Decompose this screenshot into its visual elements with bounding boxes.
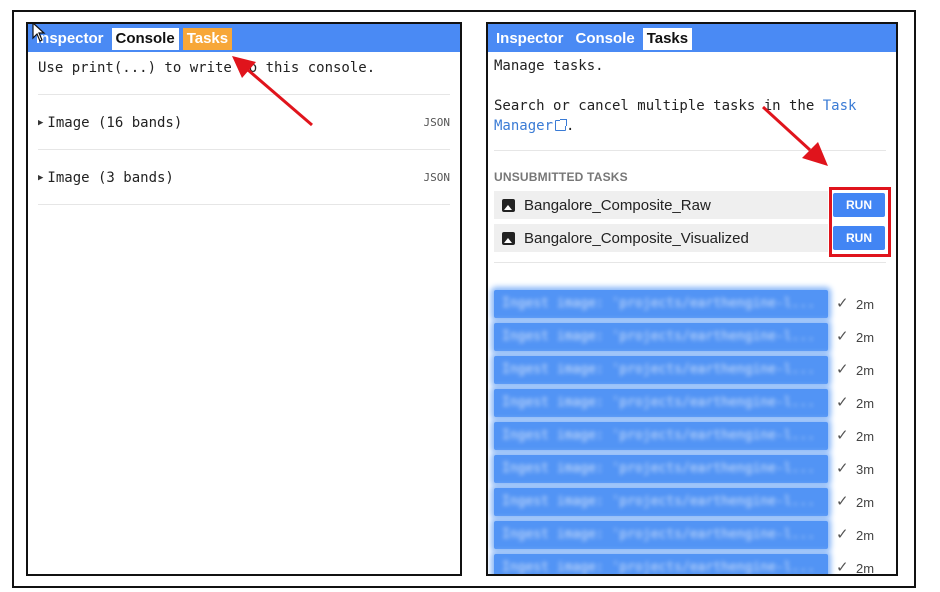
image-icon xyxy=(502,231,515,245)
check-icon: ✓ xyxy=(836,427,849,444)
task-time: 2m xyxy=(856,363,875,378)
task-name: Bangalore_Composite_Raw xyxy=(524,196,711,214)
unsubmitted-task-row: Bangalore_Composite_Raw xyxy=(494,191,828,219)
image-icon xyxy=(502,198,515,212)
tab-tasks[interactable]: Tasks xyxy=(642,28,693,50)
tab-bar: Inspector Console Tasks xyxy=(488,24,896,52)
task-bar: Ingest image: 'projects/earthengine-l... xyxy=(494,323,828,351)
task-name: Bangalore_Composite_Visualized xyxy=(524,229,749,247)
tasks-panel: Inspector Console Tasks Manage tasks. Se… xyxy=(486,22,898,576)
task-bar: Ingest image: 'projects/earthengine-l... xyxy=(494,422,828,450)
divider xyxy=(494,150,886,151)
task-bar: Ingest image: 'projects/earthengine-l... xyxy=(494,356,828,384)
task-label: Ingest image: 'projects/earthengine-l... xyxy=(502,329,816,344)
task-time: 2m xyxy=(856,330,875,345)
search-instructions-text: Search or cancel multiple tasks in the xyxy=(494,98,815,114)
triangle-right-icon[interactable]: ▶ xyxy=(38,173,43,183)
check-icon: ✓ xyxy=(836,328,849,345)
task-label: Ingest image: 'projects/earthengine-l... xyxy=(502,395,816,410)
check-icon: ✓ xyxy=(836,493,849,510)
task-bar: Ingest image: 'projects/earthengine-l... xyxy=(494,488,828,516)
check-icon: ✓ xyxy=(836,460,849,477)
check-icon: ✓ xyxy=(836,361,849,378)
tab-console[interactable]: Console xyxy=(572,28,639,50)
task-bar: Ingest image: 'projects/earthengine-l... xyxy=(494,554,828,575)
manage-tasks-text: Manage tasks. xyxy=(494,58,604,74)
task-label: Ingest image: 'projects/earthengine-l... xyxy=(502,296,816,311)
task-time: 2m xyxy=(856,561,875,576)
task-time: 2m xyxy=(856,396,875,411)
unsubmitted-task-row: Bangalore_Composite_Visualized xyxy=(494,224,828,252)
check-icon: ✓ xyxy=(836,394,849,411)
task-label: Ingest image: 'projects/earthengine-l... xyxy=(502,362,816,377)
task-time: 2m xyxy=(856,297,875,312)
task-label: Ingest image: 'projects/earthengine-l... xyxy=(502,428,816,443)
search-instructions: Search or cancel multiple tasks in the T… xyxy=(494,96,890,136)
task-time: 2m xyxy=(856,528,875,543)
task-label: Ingest image: 'projects/earthengine-l... xyxy=(502,560,816,575)
console-row[interactable]: ▶ Image (3 bands) JSON xyxy=(38,149,450,205)
tab-inspector[interactable]: Inspector xyxy=(492,28,568,50)
task-bar: Ingest image: 'projects/earthengine-l... xyxy=(494,290,828,318)
task-time: 2m xyxy=(856,495,875,510)
tab-bar: Inspector Console Tasks xyxy=(28,24,460,52)
task-time: 3m xyxy=(856,462,875,477)
task-bar: Ingest image: 'projects/earthengine-l... xyxy=(494,521,828,549)
period: . xyxy=(566,118,575,134)
task-bar: Ingest image: 'projects/earthengine-l... xyxy=(494,389,828,417)
check-icon: ✓ xyxy=(836,526,849,543)
divider xyxy=(494,262,886,263)
check-icon: ✓ xyxy=(836,559,849,576)
task-label: Ingest image: 'projects/earthengine-l... xyxy=(502,494,816,509)
console-message: Use print(...) to write to this console. xyxy=(38,60,376,76)
unsubmitted-tasks-header: UNSUBMITTED TASKS xyxy=(494,170,628,184)
highlight-box xyxy=(829,187,891,257)
task-label: Ingest image: 'projects/earthengine-l... xyxy=(502,461,816,476)
tab-console[interactable]: Console xyxy=(111,28,179,50)
json-button[interactable]: JSON xyxy=(424,171,451,184)
open-in-new-icon xyxy=(555,119,568,131)
tab-tasks[interactable]: Tasks xyxy=(182,28,233,50)
json-button[interactable]: JSON xyxy=(424,116,451,129)
task-bar: Ingest image: 'projects/earthengine-l... xyxy=(494,455,828,483)
check-icon: ✓ xyxy=(836,295,849,312)
console-row[interactable]: ▶ Image (16 bands) JSON xyxy=(38,94,450,150)
divider xyxy=(38,204,450,205)
console-row-label: Image (16 bands) xyxy=(47,114,183,131)
mouse-cursor-icon xyxy=(32,22,46,42)
console-panel: Inspector Console Tasks Use print(...) t… xyxy=(26,22,462,576)
console-row-label: Image (3 bands) xyxy=(47,169,174,186)
task-label: Ingest image: 'projects/earthengine-l... xyxy=(502,527,816,542)
triangle-right-icon[interactable]: ▶ xyxy=(38,118,43,128)
task-time: 2m xyxy=(856,429,875,444)
